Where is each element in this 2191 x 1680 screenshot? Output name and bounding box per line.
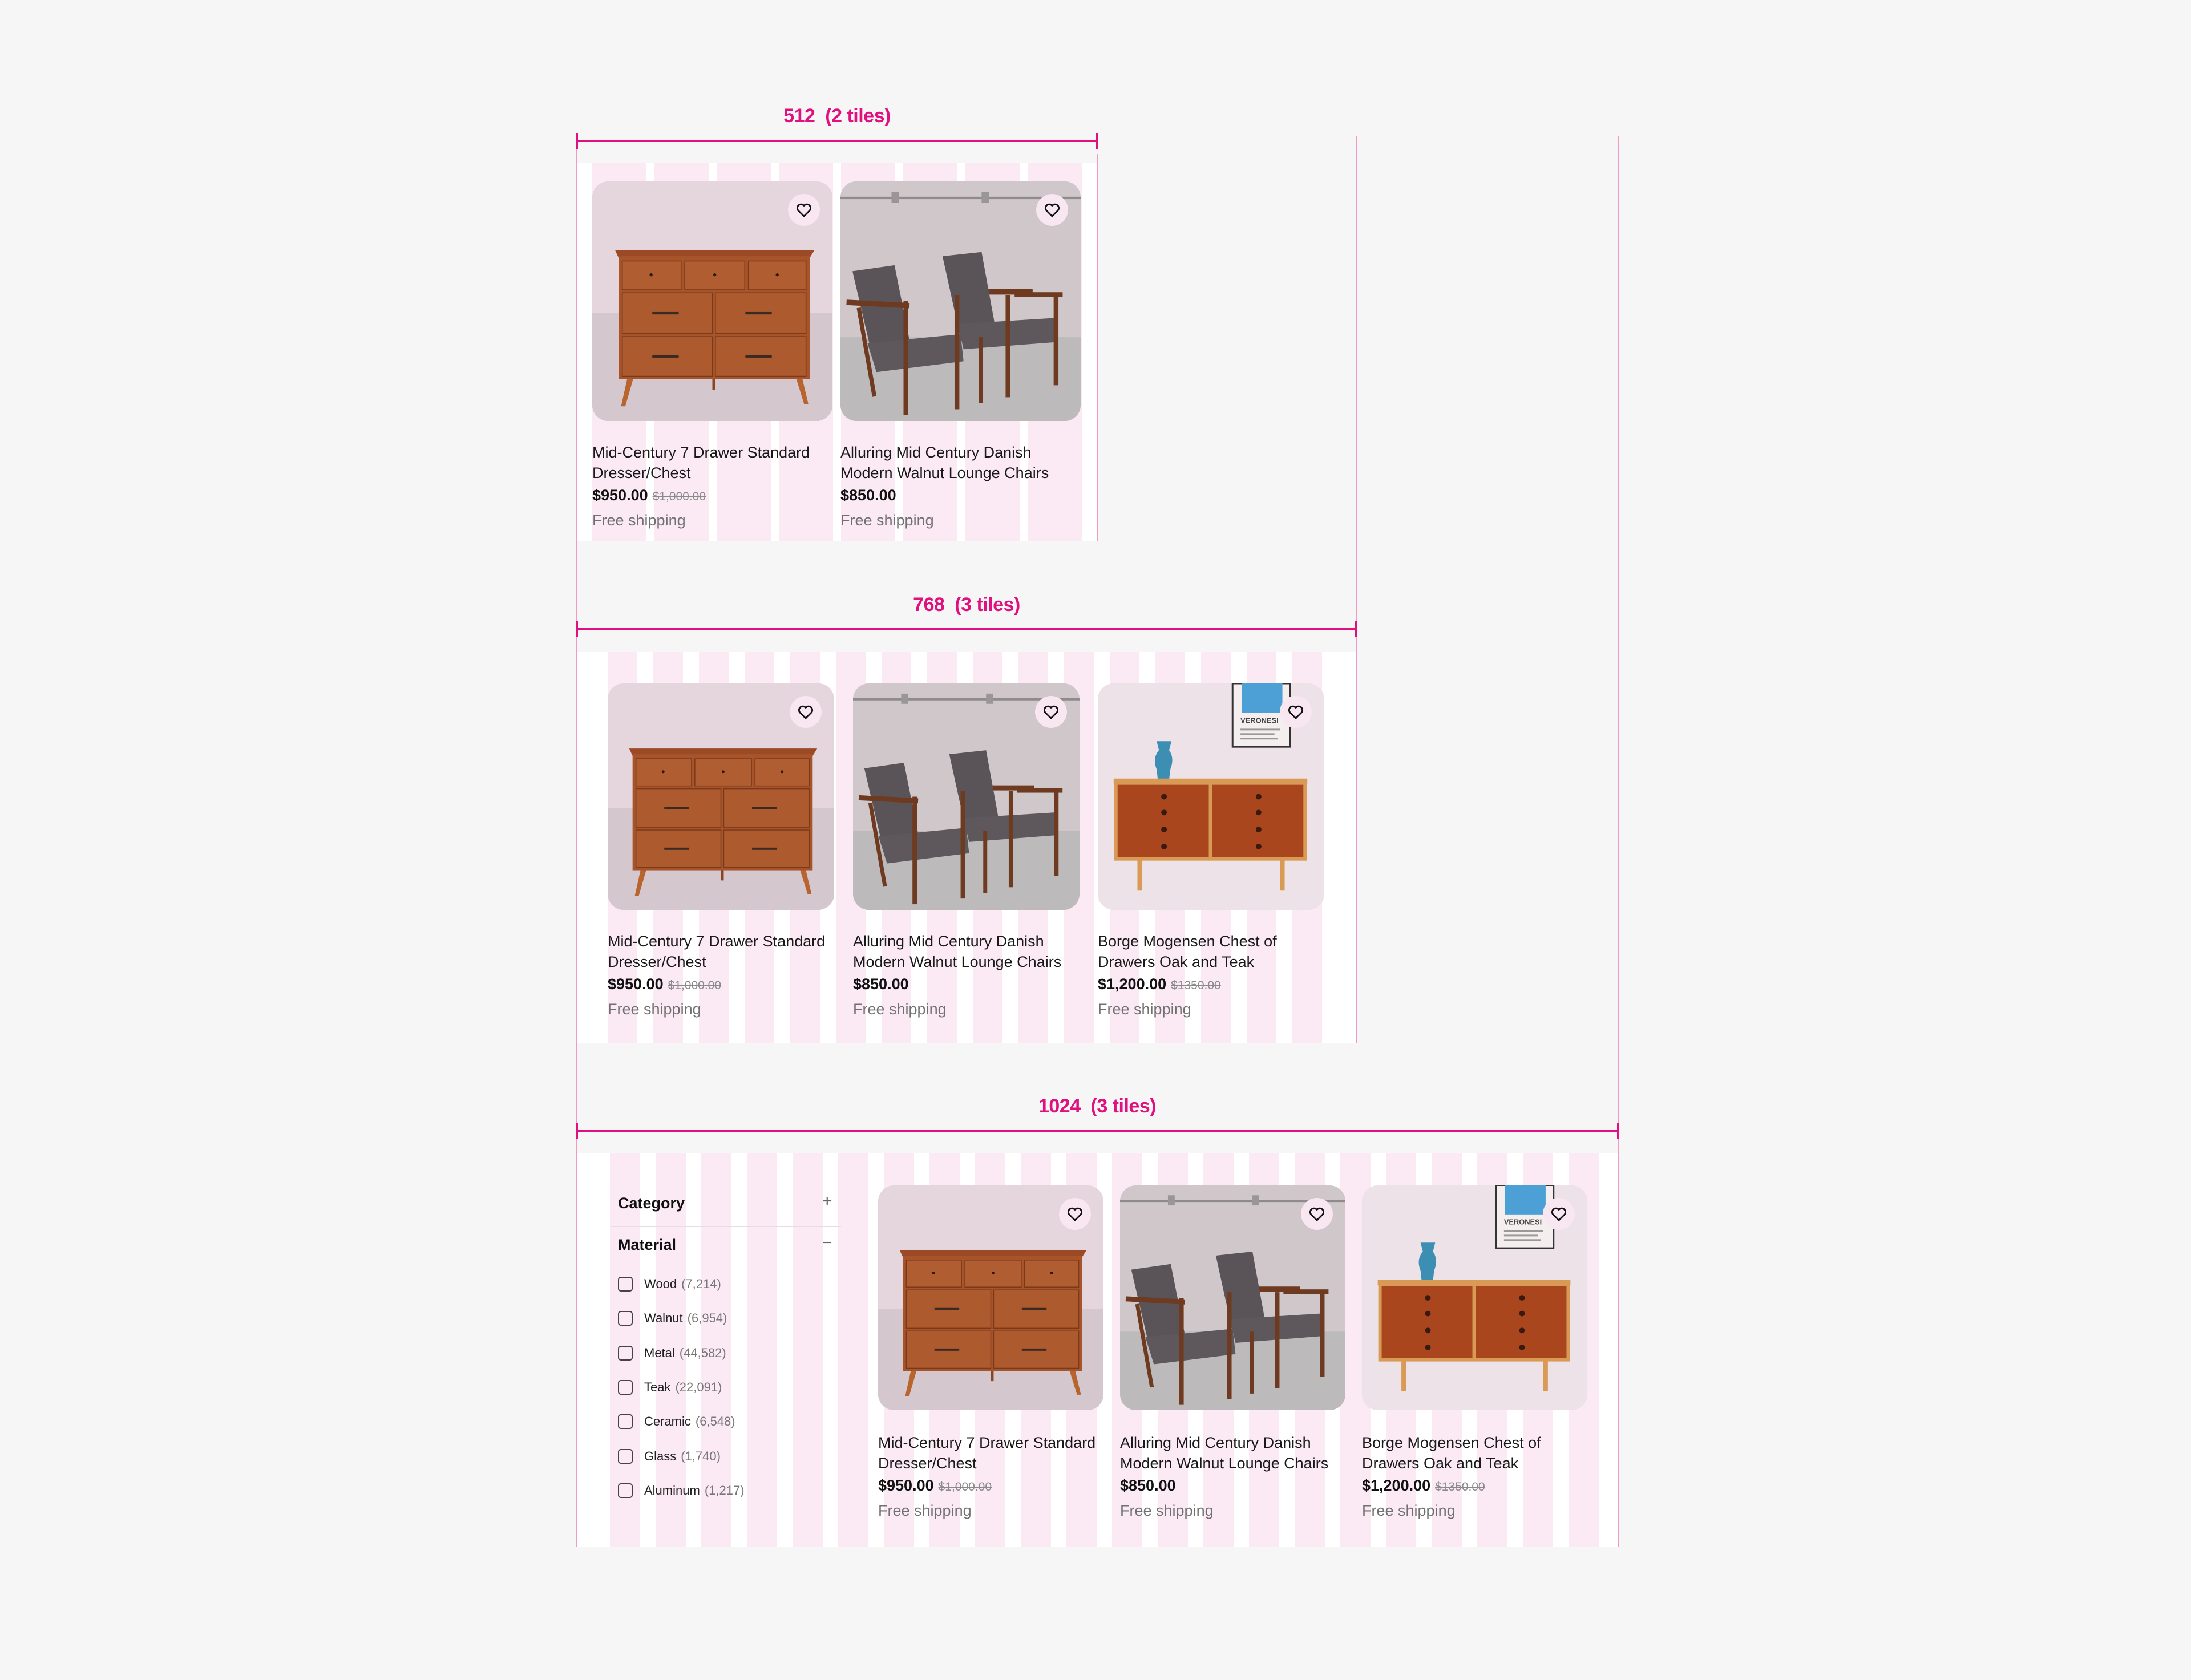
original-price: $1,000.00 (652, 490, 706, 503)
product-title[interactable]: Alluring Mid Century Danish Modern Walnu… (840, 442, 1069, 483)
dimension-line-768 (576, 621, 1357, 637)
shipping-info: Free shipping (1362, 1502, 1456, 1519)
favorite-button[interactable] (1280, 696, 1312, 728)
checkbox[interactable] (618, 1311, 633, 1326)
dimension-line-1024 (576, 1123, 1619, 1139)
heart-outline-icon (1309, 1207, 1325, 1221)
original-price: $1350.00 (1435, 1480, 1485, 1493)
filter-option-ceramic[interactable]: Ceramic (6,548) (618, 1414, 735, 1430)
svg-text:VERONESI: VERONESI (1240, 716, 1279, 724)
filter-option-label: Walnut (644, 1311, 683, 1326)
filter-option-label: Teak (644, 1379, 671, 1394)
heart-outline-icon (796, 203, 812, 217)
product-title[interactable]: Borge Mogensen Chest of Drawers Oak and … (1098, 931, 1326, 972)
filter-option-count: (1,740) (681, 1448, 721, 1463)
product-price: $950.00 $1,000.00 (592, 487, 706, 504)
heart-outline-icon (1288, 705, 1304, 719)
product-price: $950.00 $1,000.00 (608, 975, 721, 993)
collapse-minus-icon[interactable]: − (822, 1233, 832, 1253)
favorite-button[interactable] (1543, 1198, 1575, 1230)
filter-option-label: Wood (644, 1277, 677, 1291)
product-title[interactable]: Mid-Century 7 Drawer Standard Dresser/Ch… (592, 442, 820, 483)
shipping-info: Free shipping (608, 1001, 701, 1018)
shipping-info: Free shipping (878, 1502, 972, 1519)
guide-512-right (1097, 154, 1098, 541)
current-price: $950.00 (878, 1477, 934, 1494)
favorite-button[interactable] (1301, 1198, 1333, 1230)
filter-heading-category[interactable]: Category (618, 1195, 685, 1212)
current-price: $950.00 (608, 975, 664, 993)
filter-option-label: Ceramic (644, 1414, 691, 1429)
product-title[interactable]: Mid-Century 7 Drawer Standard Dresser/Ch… (878, 1432, 1106, 1473)
shipping-info: Free shipping (1120, 1502, 1214, 1519)
filter-heading-material[interactable]: Material (618, 1236, 676, 1254)
checkbox[interactable] (618, 1345, 633, 1361)
filter-option-count: (44,582) (679, 1345, 726, 1360)
expand-plus-icon[interactable]: + (822, 1192, 832, 1211)
svg-text:VERONESI: VERONESI (1504, 1218, 1542, 1226)
checkbox[interactable] (618, 1277, 633, 1292)
current-price: $1,200.00 (1098, 975, 1167, 993)
original-price: $1,000.00 (938, 1480, 992, 1493)
product-price: $850.00 (840, 487, 896, 504)
guide-768-right (1356, 136, 1357, 1043)
heart-outline-icon (1044, 203, 1060, 217)
product-price: $950.00 $1,000.00 (878, 1477, 992, 1495)
current-price: $850.00 (1120, 1477, 1176, 1494)
current-price: $850.00 (853, 975, 909, 993)
favorite-button[interactable] (1035, 696, 1067, 728)
checkbox[interactable] (618, 1448, 633, 1464)
heart-outline-icon (798, 705, 814, 719)
heart-outline-icon (1067, 1207, 1083, 1221)
product-title[interactable]: Alluring Mid Century Danish Modern Walnu… (1120, 1432, 1348, 1473)
favorite-button[interactable] (1036, 194, 1068, 226)
filter-option-count: (1,217) (704, 1483, 745, 1497)
favorite-button[interactable] (1059, 1198, 1091, 1230)
shipping-info: Free shipping (840, 512, 934, 529)
filter-option-label: Glass (644, 1448, 677, 1463)
shipping-info: Free shipping (592, 512, 686, 529)
checkbox[interactable] (618, 1483, 633, 1498)
sidebar-divider (611, 1226, 841, 1227)
filter-option-wood[interactable]: Wood (7,214) (618, 1277, 721, 1292)
shipping-info: Free shipping (853, 1001, 947, 1018)
dimension-line-512 (576, 133, 1098, 149)
breakpoint-label-768: 768 (3 tiles) (913, 594, 1020, 616)
product-price: $1,200.00 $1350.00 (1362, 1477, 1485, 1495)
filter-option-label: Aluminum (644, 1483, 700, 1497)
filter-option-aluminum[interactable]: Aluminum (1,217) (618, 1483, 745, 1498)
filter-option-teak[interactable]: Teak (22,091) (618, 1379, 722, 1395)
current-price: $1,200.00 (1362, 1477, 1431, 1494)
guide-1024-right (1618, 136, 1619, 1547)
breakpoint-label-512: 512 (2 tiles) (783, 105, 891, 127)
original-price: $1,000.00 (668, 979, 722, 992)
heart-outline-icon (1551, 1207, 1567, 1221)
checkbox[interactable] (618, 1379, 633, 1395)
filter-option-count: (6,548) (695, 1414, 735, 1429)
filter-option-count: (7,214) (681, 1277, 721, 1291)
filter-option-walnut[interactable]: Walnut (6,954) (618, 1311, 727, 1326)
breakpoint-label-1024: 1024 (3 tiles) (1038, 1095, 1157, 1117)
filter-option-metal[interactable]: Metal (44,582) (618, 1345, 726, 1361)
current-price: $950.00 (592, 487, 648, 504)
product-price: $850.00 (853, 975, 909, 993)
filter-option-glass[interactable]: Glass (1,740) (618, 1448, 721, 1464)
current-price: $850.00 (840, 487, 896, 504)
checkbox[interactable] (618, 1414, 633, 1430)
original-price: $1350.00 (1171, 979, 1221, 992)
product-price: $850.00 (1120, 1477, 1176, 1495)
shipping-info: Free shipping (1098, 1001, 1191, 1018)
product-title[interactable]: Mid-Century 7 Drawer Standard Dresser/Ch… (608, 931, 836, 972)
product-title[interactable]: Alluring Mid Century Danish Modern Walnu… (853, 931, 1081, 972)
filter-option-count: (22,091) (675, 1379, 722, 1394)
filter-option-count: (6,954) (687, 1311, 727, 1326)
product-title[interactable]: Borge Mogensen Chest of Drawers Oak and … (1362, 1432, 1590, 1473)
product-price: $1,200.00 $1350.00 (1098, 975, 1221, 993)
heart-outline-icon (1043, 705, 1059, 719)
favorite-button[interactable] (790, 696, 822, 728)
favorite-button[interactable] (788, 194, 820, 226)
filter-option-label: Metal (644, 1345, 675, 1360)
